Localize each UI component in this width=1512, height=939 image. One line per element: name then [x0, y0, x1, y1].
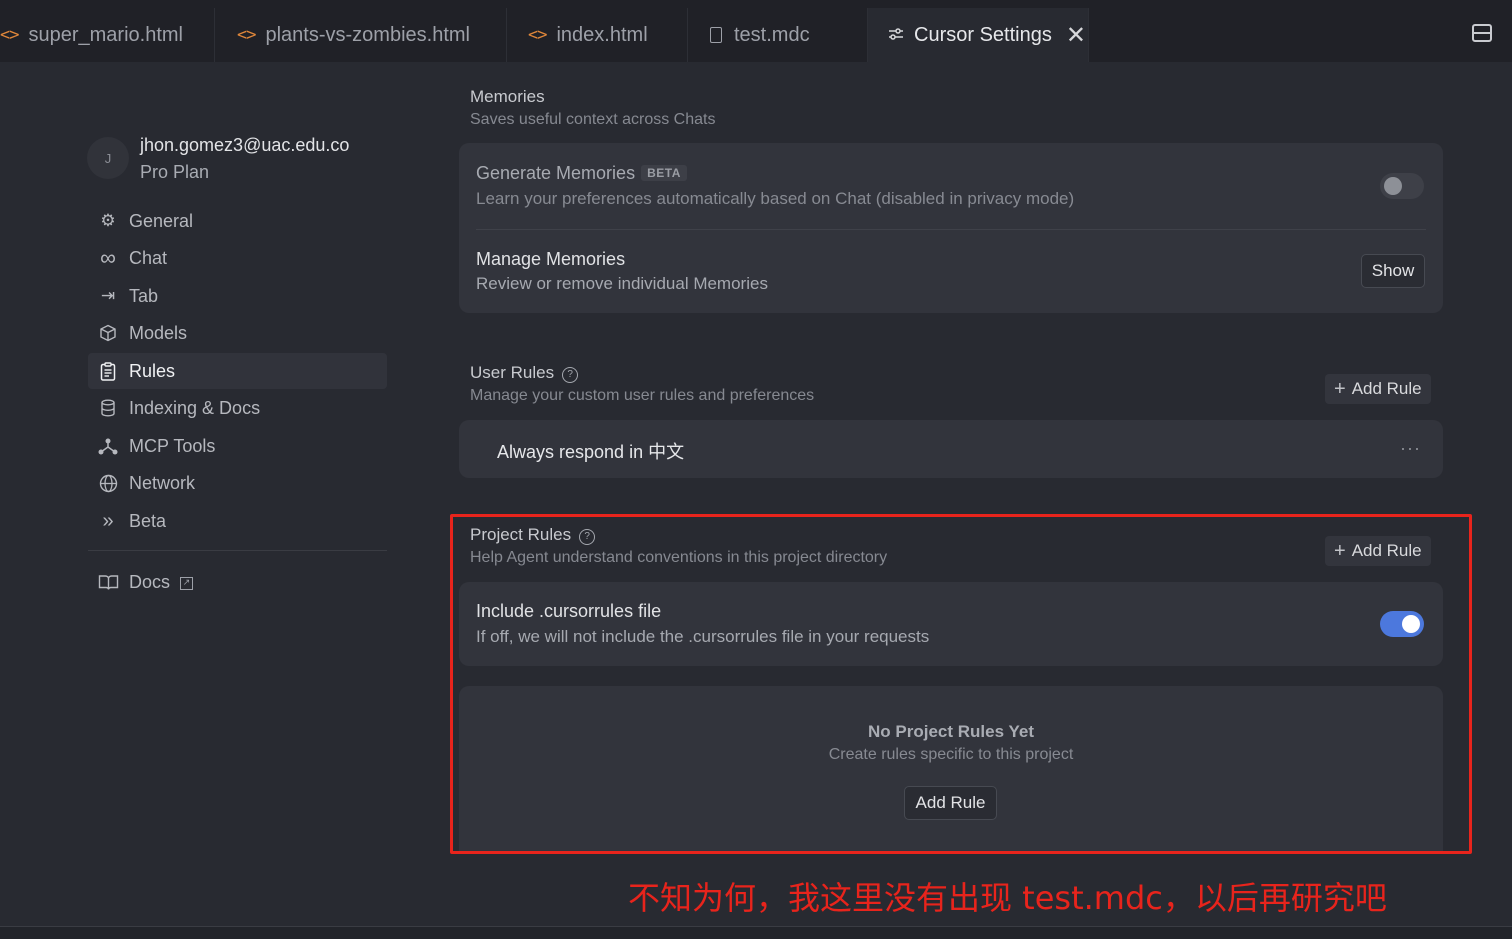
code-icon: <> — [0, 25, 20, 45]
annotation-highlight-box — [450, 514, 1472, 854]
add-rule-label: Add Rule — [1351, 379, 1422, 398]
tab-label: super_mario.html — [28, 23, 183, 46]
sidebar-item-label: MCP Tools — [129, 435, 216, 456]
more-options-icon[interactable]: ··· — [1400, 438, 1421, 459]
card-divider — [476, 229, 1426, 230]
generate-memories-description: Learn your preferences automatically bas… — [476, 189, 1075, 208]
status-bar — [0, 927, 1512, 939]
show-memories-button[interactable]: Show — [1361, 254, 1425, 288]
chevrons-right-icon: » — [102, 509, 114, 532]
user-rule-item[interactable]: Always respond in 中文 ··· — [459, 420, 1443, 478]
sidebar-item-beta[interactable]: » Beta — [88, 503, 387, 539]
code-icon: <> — [528, 25, 548, 45]
tab-index[interactable]: <> index.html — [507, 8, 688, 62]
editor-tab-bar: <> super_mario.html <> plants-vs-zombies… — [0, 0, 1512, 62]
sidebar-item-general[interactable]: ⚙ General — [88, 203, 387, 239]
sidebar-item-tab[interactable]: ⇥ Tab — [88, 278, 387, 314]
tab-super-mario[interactable]: <> super_mario.html — [0, 8, 215, 62]
sidebar-item-chat[interactable]: ∞ Chat — [88, 240, 387, 276]
toggle-knob — [1384, 177, 1402, 195]
sidebar-item-label: Models — [129, 322, 188, 343]
file-icon — [710, 27, 722, 43]
sidebar-item-label: Beta — [129, 510, 167, 531]
database-icon — [96, 399, 120, 417]
nodes-icon — [96, 437, 120, 455]
beta-badge: BETA — [641, 165, 687, 181]
sidebar-item-label: Chat — [129, 247, 168, 268]
sidebar-item-label: Docs — [129, 571, 171, 592]
add-user-rule-button[interactable]: + Add Rule — [1325, 374, 1431, 404]
user-rules-title-row: User Rules? — [470, 363, 579, 384]
sidebar-item-label: Network — [129, 472, 196, 493]
sidebar-item-label: Rules — [129, 360, 176, 381]
avatar: J — [87, 137, 129, 179]
sliders-icon — [888, 24, 904, 47]
sidebar-item-label: General — [129, 210, 194, 231]
memories-title: Memories — [470, 87, 545, 106]
generate-memories-title: Generate Memories — [476, 163, 636, 183]
sidebar-item-label: Tab — [129, 285, 159, 306]
tab-plants-vs-zombies[interactable]: <> plants-vs-zombies.html — [215, 8, 507, 62]
tab-label: test.mdc — [734, 23, 810, 46]
sidebar-item-indexing-docs[interactable]: Indexing & Docs — [88, 390, 387, 426]
layout-toggle-icon[interactable] — [1472, 24, 1492, 42]
tab-label: plants-vs-zombies.html — [265, 23, 470, 46]
infinity-icon: ∞ — [100, 245, 116, 270]
tab-test-mdc[interactable]: test.mdc — [688, 8, 868, 62]
sidebar-divider — [88, 550, 387, 551]
memories-card: Generate Memories BETA Learn your prefere… — [459, 143, 1443, 313]
manage-memories-title: Manage Memories — [476, 249, 626, 269]
sidebar-item-mcp-tools[interactable]: MCP Tools — [88, 428, 387, 464]
user-plan: Pro Plan — [140, 162, 210, 182]
external-link-icon: ↗ — [180, 576, 194, 590]
memories-subtitle: Saves useful context across Chats — [470, 111, 716, 128]
book-icon — [96, 574, 120, 591]
code-icon: <> — [237, 25, 257, 45]
generate-memories-toggle[interactable] — [1380, 173, 1424, 199]
close-icon[interactable]: ✕ — [1066, 21, 1086, 50]
gear-icon: ⚙ — [100, 211, 116, 230]
sidebar-item-models[interactable]: Models — [88, 315, 387, 351]
manage-memories-description: Review or remove individual Memories — [476, 274, 768, 293]
sidebar-item-rules[interactable]: Rules — [88, 353, 387, 389]
user-rules-subtitle: Manage your custom user rules and prefer… — [470, 387, 815, 404]
globe-icon — [96, 474, 120, 493]
plus-icon: + — [1334, 377, 1346, 400]
tab-label: Cursor Settings — [914, 23, 1052, 46]
generate-memories-row: Generate Memories BETA — [476, 163, 687, 184]
tab-cursor-settings[interactable]: Cursor Settings ✕ — [868, 8, 1089, 62]
arrow-right-bar-icon: ⇥ — [100, 286, 116, 305]
sidebar-item-docs[interactable]: Docs ↗ — [88, 564, 387, 600]
clipboard-icon — [96, 361, 120, 381]
annotation-text: 不知为何，我这里没有出现 test.mdc，以后再研究吧 — [628, 879, 1387, 917]
sidebar-item-network[interactable]: Network — [88, 465, 387, 501]
tab-label: index.html — [556, 23, 648, 46]
user-rule-text: Always respond in 中文 — [497, 442, 685, 462]
cube-icon — [96, 324, 120, 342]
sidebar-item-label: Indexing & Docs — [129, 397, 261, 418]
help-icon[interactable]: ? — [562, 366, 579, 383]
user-rules-title: User Rules — [470, 363, 555, 382]
user-email: jhon.gomez3@uac.edu.co — [140, 135, 350, 155]
